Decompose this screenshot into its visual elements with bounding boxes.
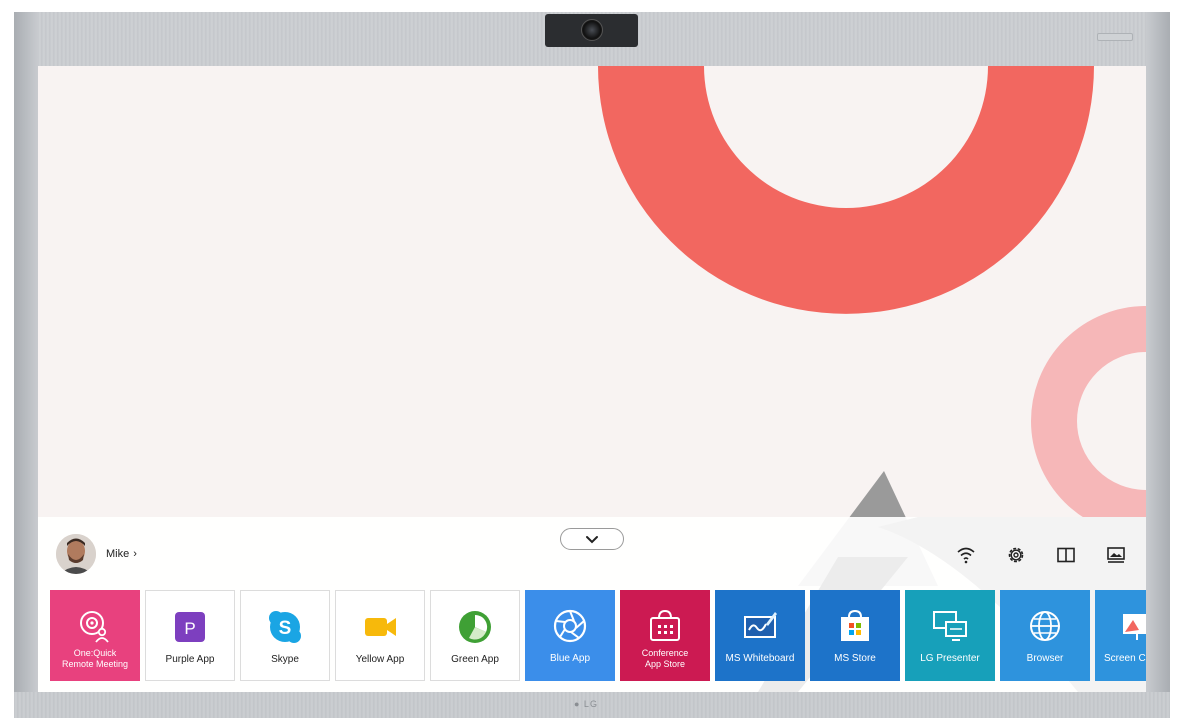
presenter-icon (932, 608, 968, 644)
tile-yellow-app[interactable]: Yellow App (335, 590, 425, 681)
remote-meeting-icon (77, 608, 113, 644)
wifi-icon[interactable] (954, 543, 978, 567)
split-screen-icon[interactable] (1054, 543, 1078, 567)
yellow-app-icon (362, 609, 398, 645)
tile-purple-app[interactable]: P Purple App (145, 590, 235, 681)
tile-label: MS Store (834, 653, 876, 664)
user-avatar[interactable] (56, 534, 96, 574)
tile-ms-whiteboard[interactable]: MS Whiteboard (715, 590, 805, 681)
tile-browser[interactable]: Browser (1000, 590, 1090, 681)
tile-label: One:Quick Remote Meeting (61, 648, 129, 669)
user-chevron-icon[interactable]: › (133, 548, 137, 560)
sensor-slot (1097, 33, 1133, 41)
tile-label: LG Presenter (920, 653, 980, 664)
svg-text:S: S (279, 618, 292, 639)
green-app-icon (457, 609, 493, 645)
tile-lg-presenter[interactable]: LG Presenter (905, 590, 995, 681)
tile-label: Purple App (165, 654, 215, 665)
bezel-right (1146, 12, 1170, 718)
brand-logo: ● LG (574, 699, 598, 709)
settings-icon[interactable] (1004, 543, 1028, 567)
bezel-left (14, 12, 38, 718)
avatar-photo-icon (56, 534, 96, 574)
ms-store-icon (837, 608, 873, 644)
system-tray (950, 543, 1140, 567)
purple-app-icon: P (172, 609, 208, 645)
camera-lens-icon (581, 19, 603, 41)
screen-image-icon[interactable] (1104, 543, 1128, 567)
tile-green-app[interactable]: Green App (430, 590, 520, 681)
skype-icon: S (267, 609, 303, 645)
tile-label: Browser (1026, 653, 1064, 664)
tile-skype[interactable]: S Skype (240, 590, 330, 681)
camera-aperture-icon (552, 608, 588, 644)
globe-icon (1027, 608, 1063, 644)
tile-one-quick-remote-meeting[interactable]: One:Quick Remote Meeting (50, 590, 140, 681)
tile-label: MS Whiteboard (725, 653, 795, 664)
webcam (545, 14, 638, 47)
tile-label: Skype (271, 654, 299, 665)
tile-label: Conference App Store (641, 648, 689, 669)
tile-ms-store[interactable]: MS Store (810, 590, 900, 681)
tile-label: Screen C (1104, 653, 1146, 664)
tile-screen-share[interactable]: Screen C (1095, 590, 1146, 681)
app-tiles-row: One:QuickRemote Meeting P Purple App S (50, 590, 1146, 681)
user-name[interactable]: Mike (106, 548, 129, 560)
tile-blue-app[interactable]: Blue App (525, 590, 615, 681)
tile-conference-app-store[interactable]: Conference App Store (620, 590, 710, 681)
tile-label: Green App (451, 654, 499, 665)
screen-share-icon (1119, 608, 1146, 644)
tile-label: Blue App (549, 653, 591, 664)
shopping-bag-icon (647, 608, 683, 644)
tile-label: Yellow App (355, 654, 405, 665)
app-launcher-bar: Mike › One:Quick Remote Meeting P Purple… (38, 517, 1146, 692)
whiteboard-icon (742, 608, 778, 644)
user-profile[interactable]: Mike › (56, 534, 137, 574)
svg-text:P: P (184, 619, 195, 638)
collapse-launcher-button[interactable] (560, 528, 624, 550)
chevron-down-icon (586, 535, 598, 543)
